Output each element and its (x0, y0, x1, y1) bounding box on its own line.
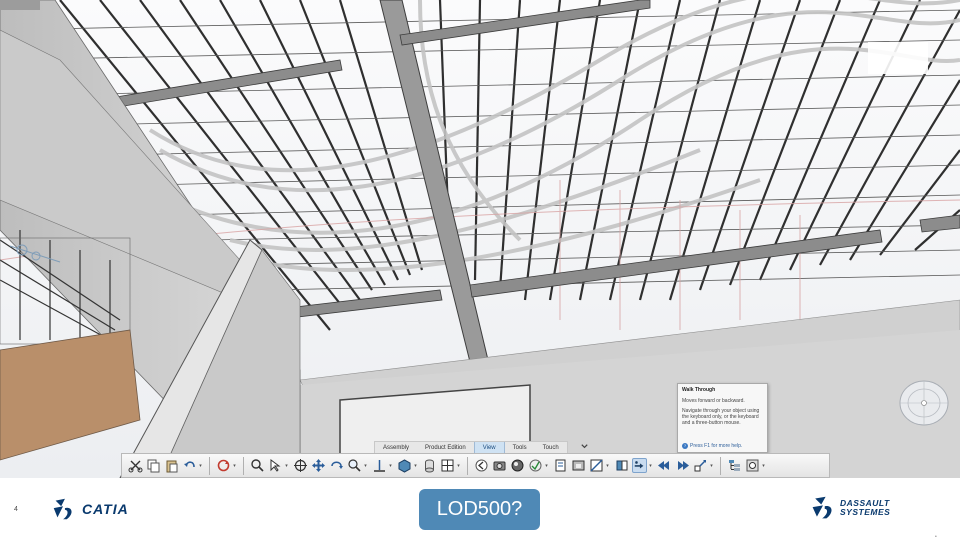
dropdown-caret-icon[interactable]: ▾ (232, 458, 237, 473)
toolbar-separator (467, 456, 468, 475)
previous-icon[interactable] (474, 458, 489, 473)
normal-view-icon[interactable] (372, 458, 387, 473)
material-icon[interactable] (528, 458, 543, 473)
dropdown-caret-icon[interactable]: ▾ (284, 458, 289, 473)
capture-icon[interactable] (492, 458, 507, 473)
settings-icon[interactable] (745, 458, 760, 473)
toolbar-separator (243, 456, 244, 475)
help-icon: ? (682, 443, 688, 449)
cylinder-icon[interactable] (422, 458, 437, 473)
dropdown-caret-icon[interactable]: ▾ (456, 458, 461, 473)
dropdown-caret-icon[interactable]: ▾ (648, 458, 653, 473)
shading-icon[interactable] (397, 458, 412, 473)
lod-badge[interactable]: LOD500? (419, 489, 540, 530)
3d-viewport[interactable]: Assembly Product Edition View Tools Touc… (0, 0, 960, 478)
tooltip-title: Walk Through (682, 387, 716, 393)
action-bar: ▾ ▾ ▾ ▾ ▾ ▾ ▾ ▾ ▾ ▾ ▾ ▾ (121, 453, 830, 478)
dropdown-caret-icon[interactable]: ▾ (761, 458, 766, 473)
step-forward-icon[interactable] (675, 458, 690, 473)
tooltip-description: Navigate through your object using the k… (682, 408, 760, 426)
slide-footer: 4 CATIA LOD500? DASSAULT SYSTEMES • (0, 478, 960, 540)
dassault-systemes-logo: DASSAULT SYSTEMES (810, 492, 920, 524)
dropdown-caret-icon[interactable]: ▾ (709, 458, 714, 473)
compass-icon[interactable] (896, 377, 952, 429)
search-icon[interactable] (250, 458, 265, 473)
hide-show-icon[interactable] (571, 458, 586, 473)
dropdown-caret-icon[interactable]: ▾ (413, 458, 418, 473)
copy-icon[interactable] (146, 458, 161, 473)
clipping-icon[interactable] (614, 458, 629, 473)
zoom-icon[interactable] (347, 458, 362, 473)
ds-mark-icon (812, 496, 832, 519)
pan-icon[interactable] (311, 458, 326, 473)
tooltip-help-text: Press F1 for more help. (690, 443, 743, 449)
dropdown-caret-icon[interactable]: ▾ (388, 458, 393, 473)
rotate-icon[interactable] (329, 458, 344, 473)
section-icon[interactable] (589, 458, 604, 473)
page-number: 4 (14, 506, 18, 513)
dropdown-caret-icon[interactable]: ▾ (605, 458, 610, 473)
catalog-icon[interactable] (553, 458, 568, 473)
catia-logo: CATIA (50, 494, 150, 524)
walk-through-icon[interactable] (631, 458, 647, 473)
toolbar-separator (209, 456, 210, 475)
building-model-render (0, 0, 960, 478)
fit-all-icon[interactable] (293, 458, 308, 473)
catia-ds-mark-icon (53, 498, 72, 520)
undo-icon[interactable] (182, 458, 197, 473)
speed-icon[interactable] (693, 458, 708, 473)
paste-icon[interactable] (164, 458, 179, 473)
tree-icon[interactable] (727, 458, 742, 473)
ds-logo-line2: SYSTEMES (840, 507, 891, 517)
dropdown-caret-icon[interactable]: ▾ (363, 458, 368, 473)
step-back-icon[interactable] (657, 458, 672, 473)
multi-view-icon[interactable] (440, 458, 455, 473)
tooltip-summary: Moves forward or backward. (682, 398, 745, 404)
cut-icon[interactable] (128, 458, 143, 473)
select-icon[interactable] (268, 458, 283, 473)
dropdown-caret-icon[interactable]: ▾ (544, 458, 549, 473)
render-icon[interactable] (510, 458, 525, 473)
catia-logo-text: CATIA (82, 501, 129, 517)
walk-through-tooltip: Walk Through Moves forward or backward. … (677, 383, 768, 453)
tooltip-help[interactable]: ? Press F1 for more help. (682, 443, 742, 449)
corner-mark-icon: • (935, 534, 937, 540)
dropdown-caret-icon[interactable]: ▾ (198, 458, 203, 473)
chevron-down-icon[interactable] (579, 442, 589, 452)
toolbar-separator (720, 456, 721, 475)
update-icon[interactable] (216, 458, 231, 473)
